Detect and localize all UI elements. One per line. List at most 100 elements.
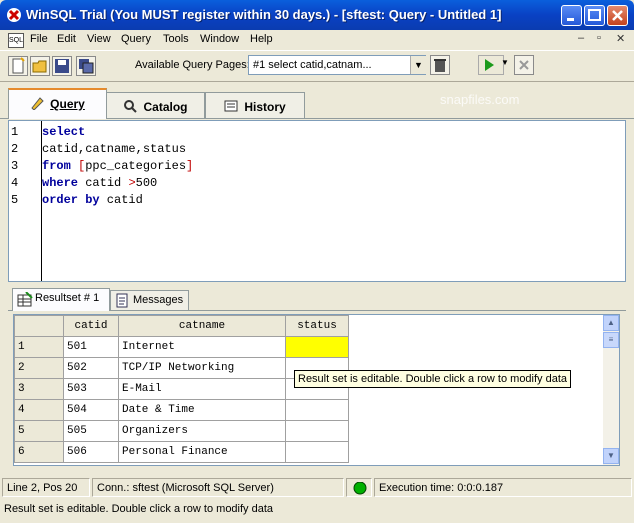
code-line-2[interactable]: catid,catname,status bbox=[42, 142, 186, 156]
save-all-icon bbox=[79, 59, 94, 74]
tab-messages-label: Messages bbox=[133, 294, 184, 306]
cell-catname[interactable]: Date & Time bbox=[118, 399, 286, 421]
cell-catname[interactable]: E-Mail bbox=[118, 378, 286, 400]
status-message: Result set is editable. Double click a r… bbox=[4, 503, 274, 515]
line-number: 4 bbox=[11, 176, 19, 190]
tooltip: Result set is editable. Double click a r… bbox=[294, 370, 572, 388]
cell-catid[interactable]: 503 bbox=[63, 378, 119, 400]
open-folder-icon bbox=[32, 60, 47, 73]
green-light-icon bbox=[353, 481, 367, 495]
code-line-4[interactable]: where catid >500 bbox=[42, 176, 157, 190]
menu-view[interactable]: View bbox=[87, 33, 111, 45]
column-header-catname[interactable]: catname bbox=[118, 315, 286, 337]
tab-history[interactable]: History bbox=[205, 92, 305, 118]
winsql-app-icon[interactable] bbox=[6, 7, 22, 23]
line-number: 5 bbox=[11, 193, 19, 207]
cell-catid[interactable]: 501 bbox=[63, 336, 119, 358]
result-grid[interactable]: catid catname status 1 501 Internet 2 50… bbox=[13, 314, 620, 466]
table-row[interactable]: 1 501 Internet bbox=[14, 336, 349, 358]
watermark: snapfiles.com bbox=[440, 92, 520, 107]
menu-help[interactable]: Help bbox=[250, 33, 273, 45]
sql-keyword: select bbox=[42, 125, 86, 139]
status-cursor-position: Line 2, Pos 20 bbox=[2, 478, 90, 497]
row-number[interactable]: 1 bbox=[14, 336, 64, 358]
code-line-5[interactable]: order by catid bbox=[42, 193, 143, 207]
mdi-restore-icon[interactable]: ▫ bbox=[597, 32, 601, 44]
row-number[interactable]: 5 bbox=[14, 420, 64, 442]
close-button[interactable] bbox=[607, 5, 628, 26]
menu-file[interactable]: File bbox=[30, 33, 48, 45]
menu-window[interactable]: Window bbox=[200, 33, 239, 45]
line-number: 3 bbox=[11, 159, 19, 173]
pencil-icon bbox=[30, 96, 44, 111]
table-row[interactable]: 6 506 Personal Finance bbox=[14, 441, 349, 463]
status-connection: Conn.: sftest (Microsoft SQL Server) bbox=[92, 478, 344, 497]
tab-messages[interactable]: Messages bbox=[110, 290, 189, 310]
column-header-status[interactable]: status bbox=[285, 315, 349, 337]
maximize-button[interactable] bbox=[584, 5, 605, 26]
row-number[interactable]: 3 bbox=[14, 378, 64, 400]
new-query-button[interactable] bbox=[8, 56, 28, 76]
line-number: 2 bbox=[11, 142, 19, 156]
menu-query[interactable]: Query bbox=[121, 33, 151, 45]
maximize-icon bbox=[588, 9, 601, 21]
cell-catname[interactable]: Personal Finance bbox=[118, 441, 286, 463]
cell-status[interactable] bbox=[285, 420, 349, 442]
cell-catname[interactable]: Organizers bbox=[118, 420, 286, 442]
status-execution-time: Execution time: 0:0:0.187 bbox=[374, 478, 632, 497]
tab-resultset-label: Resultset # 1 bbox=[35, 292, 100, 304]
tab-query[interactable]: Query bbox=[8, 88, 107, 119]
cancel-execution-button[interactable] bbox=[514, 55, 534, 75]
cell-catid[interactable]: 505 bbox=[63, 420, 119, 442]
delete-page-button[interactable] bbox=[430, 55, 450, 75]
save-all-button[interactable] bbox=[76, 56, 96, 76]
history-list-icon bbox=[224, 99, 238, 113]
chevron-down-icon[interactable]: ▼ bbox=[410, 56, 426, 74]
tab-history-label: History bbox=[244, 100, 286, 114]
mdi-close-icon[interactable]: ✕ bbox=[616, 32, 625, 45]
window-title: WinSQL Trial (You MUST register within 3… bbox=[26, 7, 502, 22]
cell-status-selected[interactable] bbox=[285, 336, 349, 358]
minimize-icon bbox=[567, 18, 574, 21]
tab-catalog[interactable]: Catalog bbox=[106, 92, 205, 118]
query-pages-select[interactable]: #1 select catid,catnam... bbox=[248, 55, 426, 75]
document-icon[interactable]: SQL bbox=[8, 33, 24, 48]
menu-edit[interactable]: Edit bbox=[57, 33, 76, 45]
play-icon bbox=[485, 59, 494, 71]
messages-icon bbox=[115, 293, 129, 312]
cell-catname[interactable]: TCP/IP Networking bbox=[118, 357, 286, 379]
row-number[interactable]: 6 bbox=[14, 441, 64, 463]
code-line-1[interactable]: select bbox=[42, 125, 85, 139]
scroll-up-icon[interactable]: ▲ bbox=[603, 315, 619, 331]
save-disk-icon bbox=[55, 59, 69, 73]
row-number[interactable]: 4 bbox=[14, 399, 64, 421]
row-number[interactable]: 2 bbox=[14, 357, 64, 379]
minimize-button[interactable] bbox=[561, 5, 582, 26]
query-pages-label: Available Query Pages: bbox=[135, 59, 250, 71]
cell-status[interactable] bbox=[285, 399, 349, 421]
column-header-catid[interactable]: catid bbox=[63, 315, 119, 337]
tab-catalog-label: Catalog bbox=[143, 100, 188, 114]
table-row[interactable]: 5 505 Organizers bbox=[14, 420, 349, 442]
magnifier-icon bbox=[123, 99, 138, 113]
tab-query-label: Query bbox=[50, 97, 85, 111]
open-button[interactable] bbox=[30, 56, 50, 76]
cell-status[interactable] bbox=[285, 441, 349, 463]
tab-resultset[interactable]: Resultset # 1 bbox=[12, 288, 110, 311]
menu-tools[interactable]: Tools bbox=[163, 33, 189, 45]
execute-dropdown-chevron-icon[interactable]: ▼ bbox=[501, 58, 509, 67]
scroll-thumb[interactable]: ≡ bbox=[603, 332, 619, 348]
grid-header-row: catid catname status bbox=[14, 315, 349, 337]
cell-catid[interactable]: 502 bbox=[63, 357, 119, 379]
connection-status-light bbox=[346, 478, 372, 497]
scroll-down-icon[interactable]: ▼ bbox=[603, 448, 619, 464]
cell-catid[interactable]: 504 bbox=[63, 399, 119, 421]
cell-catname[interactable]: Internet bbox=[118, 336, 286, 358]
row-header-corner[interactable] bbox=[14, 315, 64, 337]
code-line-3[interactable]: from [ppc_categories] bbox=[42, 159, 193, 173]
save-button[interactable] bbox=[52, 56, 72, 76]
cell-catid[interactable]: 506 bbox=[63, 441, 119, 463]
table-row[interactable]: 4 504 Date & Time bbox=[14, 399, 349, 421]
resultset-grid-icon bbox=[17, 291, 33, 311]
mdi-minimize-icon[interactable]: – bbox=[578, 32, 584, 44]
